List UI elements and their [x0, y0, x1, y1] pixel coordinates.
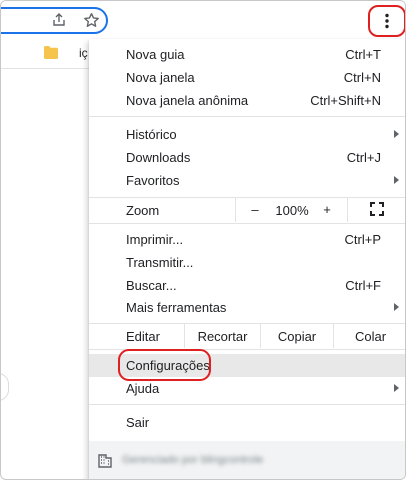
- zoom-row: Zoom – 100% +: [89, 198, 405, 222]
- menu-item-history[interactable]: Histórico: [89, 123, 405, 146]
- managed-by-label: Gerenciado por blingcontrole: [122, 454, 264, 466]
- menu-item-shortcut: Ctrl+F: [345, 278, 381, 293]
- menu-item-label: Mais ferramentas: [126, 300, 227, 315]
- submenu-arrow-icon: [394, 130, 399, 138]
- menu-item-shortcut: Ctrl+P: [344, 232, 381, 247]
- zoom-divider: [235, 198, 236, 222]
- menu-item-downloads[interactable]: Downloads Ctrl+J: [89, 146, 405, 169]
- zoom-divider: [347, 198, 348, 222]
- menu-item-label: Transmitir...: [126, 255, 194, 270]
- menu-item-more-tools[interactable]: Mais ferramentas: [89, 296, 405, 319]
- toolbar: [1, 1, 405, 39]
- share-icon[interactable]: [50, 11, 68, 29]
- menu-divider: [89, 404, 405, 405]
- menu-item-shortcut: Ctrl+T: [345, 47, 381, 62]
- page-side-control[interactable]: [1, 373, 9, 401]
- zoom-in-button[interactable]: +: [321, 202, 333, 217]
- menu-item-help[interactable]: Ajuda: [89, 377, 405, 400]
- menu-item-label: Histórico: [126, 127, 177, 142]
- browser-window: iç Nova guia Ctrl+T Nova janela Ctrl+N N…: [0, 0, 406, 480]
- submenu-arrow-icon: [394, 384, 399, 392]
- menu-item-print[interactable]: Imprimir... Ctrl+P: [89, 228, 405, 251]
- kebab-icon: [385, 13, 389, 29]
- menu-item-new-window[interactable]: Nova janela Ctrl+N: [89, 66, 405, 89]
- menu-item-incognito[interactable]: Nova janela anônima Ctrl+Shift+N: [89, 89, 405, 112]
- menu-item-cast[interactable]: Transmitir...: [89, 251, 405, 274]
- building-icon: [98, 454, 112, 471]
- menu-item-shortcut: Ctrl+J: [346, 150, 381, 165]
- menu-item-exit[interactable]: Sair: [89, 411, 405, 434]
- menu-divider: [89, 223, 405, 224]
- managed-by-row[interactable]: Gerenciado por blingcontrole: [89, 441, 405, 479]
- menu-item-shortcut: Ctrl+N: [343, 70, 381, 85]
- cut-button[interactable]: Recortar: [184, 324, 260, 348]
- chrome-menu-button[interactable]: [368, 5, 405, 37]
- zoom-label: Zoom: [126, 203, 160, 218]
- bookmark-star-icon[interactable]: [82, 11, 100, 29]
- bookmark-label[interactable]: iç: [79, 46, 88, 60]
- fullscreen-icon[interactable]: [370, 202, 384, 219]
- menu-item-label: Favoritos: [126, 173, 180, 188]
- menu-item-new-tab[interactable]: Nova guia Ctrl+T: [89, 43, 405, 66]
- menu-item-find[interactable]: Buscar... Ctrl+F: [89, 274, 405, 297]
- menu-item-label: Sair: [126, 415, 150, 430]
- menu-item-bookmarks[interactable]: Favoritos: [89, 169, 405, 192]
- zoom-level: 100%: [275, 203, 309, 218]
- chrome-menu: Nova guia Ctrl+T Nova janela Ctrl+N Nova…: [89, 39, 405, 479]
- folder-icon[interactable]: [44, 46, 58, 62]
- submenu-arrow-icon: [394, 176, 399, 184]
- zoom-out-button[interactable]: –: [249, 202, 261, 217]
- menu-divider: [89, 116, 405, 117]
- submenu-arrow-icon: [394, 303, 399, 311]
- copy-button[interactable]: Copiar: [260, 324, 333, 348]
- edit-row: Editar Recortar Copiar Colar: [89, 324, 405, 348]
- menu-item-shortcut: Ctrl+Shift+N: [310, 93, 381, 108]
- paste-button[interactable]: Colar: [333, 324, 405, 348]
- menu-item-label: Ajuda: [126, 381, 160, 396]
- edit-label: Editar: [126, 329, 160, 344]
